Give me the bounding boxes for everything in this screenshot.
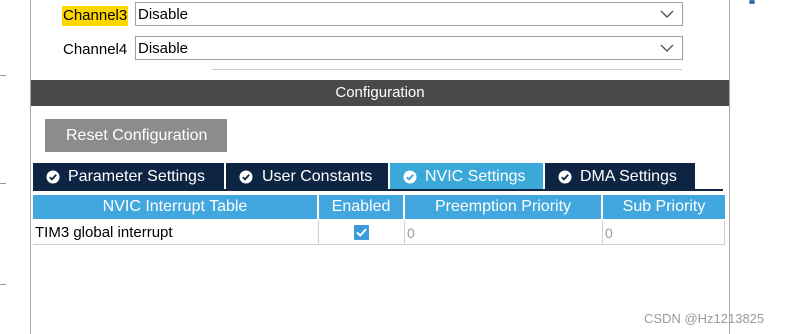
configuration-header: Configuration <box>31 80 729 106</box>
column-header-interrupt[interactable]: NVIC Interrupt Table <box>33 195 319 219</box>
channel3-value: Disable <box>138 6 189 23</box>
check-circle-icon <box>558 170 572 184</box>
left-edge-tick <box>0 284 6 285</box>
sub-priority-cell[interactable]: 0 <box>603 221 725 245</box>
chevron-down-icon <box>660 44 674 52</box>
channel-settings-area: Channel3 Disable Channel4 Disable <box>31 0 755 72</box>
tab-underline <box>33 189 723 191</box>
check-circle-icon <box>239 170 253 184</box>
tab-dma-settings[interactable]: DMA Settings <box>545 163 695 190</box>
interrupt-name-cell: TIM3 global interrupt <box>33 221 319 245</box>
table-row[interactable]: TIM3 global interrupt 0 0 <box>33 221 725 245</box>
tab-user-constants[interactable]: User Constants <box>226 163 388 190</box>
table-header-row: NVIC Interrupt Table Enabled Preemption … <box>33 195 725 219</box>
chevron-down-icon <box>660 10 674 18</box>
tab-label: Parameter Settings <box>68 168 205 185</box>
left-edge-tick <box>0 75 6 76</box>
scrollbar-thumb[interactable] <box>749 0 755 4</box>
check-circle-icon <box>403 170 417 184</box>
reset-configuration-button[interactable]: Reset Configuration <box>45 119 227 152</box>
configuration-panel: Channel3 Disable Channel4 Disable Config… <box>30 0 755 334</box>
clipped-row-edge <box>212 69 682 70</box>
channel4-select[interactable]: Disable <box>135 36 683 60</box>
channel3-label: Channel3 <box>62 6 129 26</box>
channel4-label: Channel4 <box>63 41 128 58</box>
tab-parameter-settings[interactable]: Parameter Settings <box>33 163 224 190</box>
column-header-enabled[interactable]: Enabled <box>319 195 405 219</box>
channel3-select[interactable]: Disable <box>135 2 683 26</box>
tab-nvic-settings[interactable]: NVIC Settings <box>390 163 543 190</box>
column-header-sub-priority[interactable]: Sub Priority <box>603 195 725 219</box>
column-header-preemption-priority[interactable]: Preemption Priority <box>405 195 603 219</box>
channel4-row: Channel4 Disable <box>31 36 729 62</box>
enabled-cell <box>319 221 405 245</box>
tab-label: User Constants <box>262 168 373 185</box>
check-circle-icon <box>46 170 60 184</box>
tab-label: DMA Settings <box>580 168 677 185</box>
channel4-value: Disable <box>138 40 189 57</box>
left-edge-tick <box>0 183 6 184</box>
watermark: CSDN @Hz1213825 <box>644 311 765 326</box>
enabled-checkbox[interactable] <box>354 225 369 240</box>
preemption-priority-cell[interactable]: 0 <box>405 221 603 245</box>
channel3-row: Channel3 Disable <box>31 2 729 28</box>
tab-label: NVIC Settings <box>425 168 526 185</box>
